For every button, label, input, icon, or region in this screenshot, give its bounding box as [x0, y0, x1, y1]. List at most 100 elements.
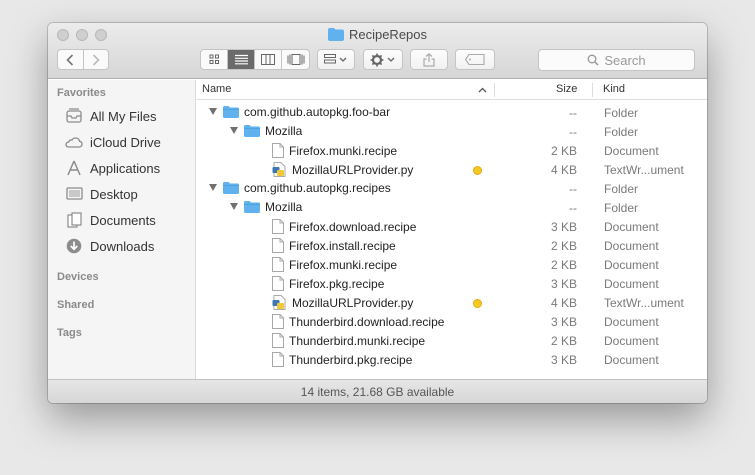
file-size: 3 KB	[550, 315, 577, 329]
column-header-name[interactable]: Name	[202, 83, 231, 95]
document-icon	[272, 352, 284, 367]
file-name-cell: MozillaURLProvider.py	[272, 295, 413, 310]
file-row[interactable]: com.github.autopkg.foo-bar -- Folder	[197, 103, 707, 122]
document-icon	[272, 314, 284, 329]
file-kind: Document	[604, 334, 659, 348]
window-title-label: RecipeRepos	[348, 27, 428, 42]
icon-view-button[interactable]	[201, 50, 228, 69]
all-files-icon	[65, 108, 83, 124]
file-kind: Folder	[604, 201, 639, 215]
list-view-button[interactable]	[228, 50, 255, 69]
cover-flow-icon	[287, 54, 304, 65]
file-kind: Document	[604, 239, 659, 253]
file-name: Thunderbird.munki.recipe	[289, 333, 426, 348]
file-name: Firefox.install.recipe	[289, 238, 396, 253]
file-kind: TextWr...ument	[604, 163, 684, 177]
file-name-cell: Mozilla	[244, 124, 302, 138]
sidebar: Favorites All My Files iCloud Drive Appl…	[48, 80, 196, 379]
disclosure-triangle-icon[interactable]	[209, 108, 217, 115]
back-button[interactable]	[58, 50, 84, 69]
disclosure-triangle-icon[interactable]	[209, 184, 217, 191]
sidebar-item-downloads[interactable]: Downloads	[65, 238, 154, 254]
file-row[interactable]: Firefox.install.recipe 2 KB Document	[197, 236, 707, 255]
cover-flow-view-button[interactable]	[282, 50, 309, 69]
chevron-right-icon	[92, 53, 100, 66]
file-kind: Document	[604, 258, 659, 272]
file-name: Firefox.munki.recipe	[289, 257, 398, 272]
file-name: Mozilla	[265, 200, 303, 214]
file-name-cell: Firefox.munki.recipe	[272, 257, 397, 272]
file-row[interactable]: Thunderbird.pkg.recipe 3 KB Document	[197, 350, 707, 369]
file-row[interactable]: Firefox.pkg.recipe 3 KB Document	[197, 274, 707, 293]
desktop-icon	[65, 186, 83, 202]
chevron-left-icon	[66, 53, 74, 66]
document-icon	[272, 276, 284, 291]
action-button[interactable]	[363, 49, 403, 70]
document-icon	[272, 333, 284, 348]
sidebar-item-label: Applications	[90, 160, 161, 176]
disclosure-triangle-icon[interactable]	[230, 127, 238, 134]
sidebar-item-icloud-drive[interactable]: iCloud Drive	[65, 134, 161, 150]
file-row[interactable]: MozillaURLProvider.py 4 KB TextWr...ument	[197, 160, 707, 179]
folder-icon	[327, 28, 344, 41]
share-button[interactable]	[410, 49, 448, 70]
file-size: 4 KB	[550, 296, 577, 310]
file-name-cell: Firefox.pkg.recipe	[272, 276, 384, 291]
column-view-button[interactable]	[255, 50, 282, 69]
disclosure-triangle-icon[interactable]	[230, 203, 238, 210]
sidebar-item-label: iCloud Drive	[90, 134, 161, 150]
column-header-size[interactable]: Size	[556, 83, 577, 95]
file-row[interactable]: com.github.autopkg.recipes -- Folder	[197, 179, 707, 198]
file-kind: Folder	[604, 182, 639, 196]
file-name-cell: com.github.autopkg.foo-bar	[223, 105, 390, 119]
file-row[interactable]: Thunderbird.download.recipe 3 KB Document	[197, 312, 707, 331]
file-row[interactable]: Mozilla -- Folder	[197, 198, 707, 217]
file-size: --	[569, 106, 577, 120]
file-row[interactable]: Thunderbird.munki.recipe 2 KB Document	[197, 331, 707, 350]
documents-icon	[65, 212, 83, 228]
sidebar-header-devices[interactable]: Devices	[57, 271, 99, 283]
tags-button[interactable]	[455, 49, 495, 70]
sort-ascending-icon	[478, 87, 487, 93]
file-kind: Document	[604, 220, 659, 234]
sidebar-header-tags[interactable]: Tags	[57, 327, 82, 339]
file-name: Thunderbird.pkg.recipe	[289, 352, 413, 367]
file-name-cell: Mozilla	[244, 200, 302, 214]
file-name: Firefox.munki.recipe	[289, 143, 398, 158]
file-name: Firefox.pkg.recipe	[289, 276, 385, 291]
file-size: 3 KB	[550, 220, 577, 234]
sidebar-item-desktop[interactable]: Desktop	[65, 186, 138, 202]
search-field[interactable]: Search	[538, 49, 695, 71]
file-row[interactable]: Firefox.munki.recipe 2 KB Document	[197, 255, 707, 274]
file-name: com.github.autopkg.foo-bar	[244, 105, 391, 119]
file-kind: TextWr...ument	[604, 296, 684, 310]
sidebar-item-all-my-files[interactable]: All My Files	[65, 108, 156, 124]
sidebar-item-applications[interactable]: Applications	[65, 160, 160, 176]
file-row[interactable]: MozillaURLProvider.py 4 KB TextWr...ument	[197, 293, 707, 312]
file-name: Firefox.download.recipe	[289, 219, 417, 234]
document-icon	[272, 143, 284, 158]
file-size: --	[569, 182, 577, 196]
file-row[interactable]: Mozilla -- Folder	[197, 122, 707, 141]
folder-icon	[223, 106, 239, 118]
file-kind: Folder	[604, 125, 639, 139]
tag-icon	[465, 54, 485, 65]
file-size: --	[569, 125, 577, 139]
sidebar-header-shared[interactable]: Shared	[57, 299, 94, 311]
file-name-cell: Firefox.download.recipe	[272, 219, 416, 234]
file-name-cell: MozillaURLProvider.py	[272, 162, 413, 177]
file-row[interactable]: Firefox.download.recipe 3 KB Document	[197, 217, 707, 236]
icon-view-icon	[209, 54, 219, 64]
file-kind: Document	[604, 315, 659, 329]
sidebar-item-documents[interactable]: Documents	[65, 212, 156, 228]
forward-button[interactable]	[84, 50, 109, 69]
file-name: Thunderbird.download.recipe	[289, 314, 445, 329]
file-row[interactable]: Firefox.munki.recipe 2 KB Document	[197, 141, 707, 160]
arrange-button[interactable]	[317, 49, 355, 70]
file-name-cell: Firefox.install.recipe	[272, 238, 396, 253]
file-kind: Document	[604, 144, 659, 158]
status-bar: 14 items, 21.68 GB available	[48, 379, 707, 403]
column-view-icon	[261, 54, 275, 65]
search-placeholder: Search	[604, 52, 646, 68]
column-header-kind[interactable]: Kind	[603, 83, 625, 95]
